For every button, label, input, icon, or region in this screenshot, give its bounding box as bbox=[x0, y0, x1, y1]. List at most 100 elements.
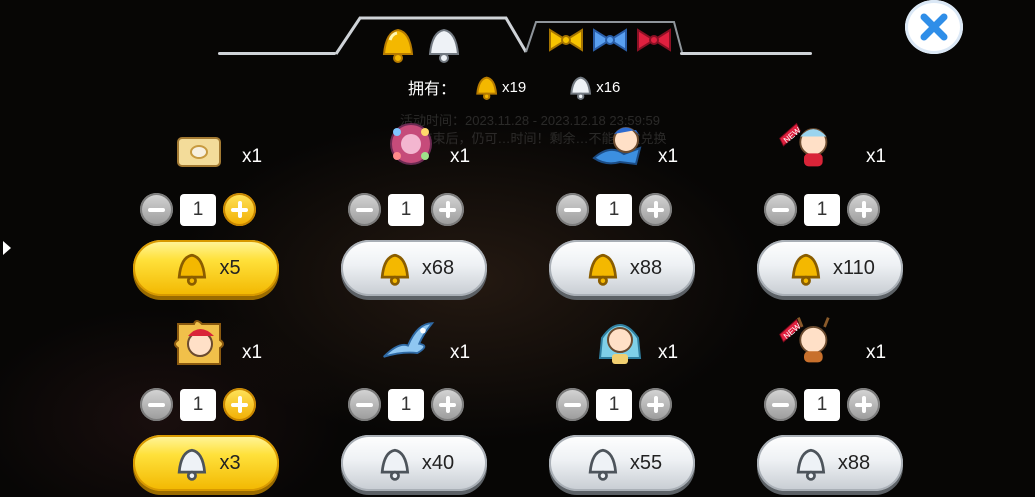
price-label: x5 bbox=[219, 256, 241, 279]
buy-button[interactable]: x88 bbox=[549, 240, 695, 296]
quantity-field[interactable]: 1 bbox=[596, 388, 632, 421]
gold-bell-icon bbox=[791, 253, 821, 286]
gold-bow-icon bbox=[549, 28, 583, 52]
price-label: x55 bbox=[629, 451, 663, 474]
minus-icon bbox=[356, 207, 373, 212]
buy-button[interactable]: x110 bbox=[757, 240, 903, 296]
item-quantity: x1 bbox=[242, 342, 263, 363]
quantity-stepper: 1 bbox=[140, 388, 256, 421]
silver-bell-icon bbox=[588, 448, 618, 481]
item-quantity: x1 bbox=[866, 342, 887, 363]
minus-button[interactable] bbox=[764, 388, 797, 421]
silver-bell-icon bbox=[570, 76, 592, 100]
notice-line-1: 活动时间：2023.11.28 - 2023.12.18 23:59:59 bbox=[400, 113, 660, 128]
minus-icon bbox=[772, 207, 789, 212]
gold-bell-icon bbox=[476, 76, 498, 100]
quantity-stepper: 1 bbox=[348, 193, 464, 226]
silver-bell-icon bbox=[178, 448, 207, 481]
gold-bell-icon bbox=[178, 253, 207, 286]
owned-label: 拥有： bbox=[408, 81, 457, 98]
item-quantity: x1 bbox=[658, 146, 679, 167]
quantity-field[interactable]: 1 bbox=[180, 388, 216, 421]
quantity-stepper: 1 bbox=[348, 388, 464, 421]
quantity-stepper: 1 bbox=[764, 388, 880, 421]
gold-bell-icon bbox=[382, 28, 414, 63]
quantity-stepper: 1 bbox=[764, 193, 880, 226]
blue-haired-girl-icon bbox=[598, 324, 642, 364]
gold-bell-icon bbox=[588, 253, 618, 286]
close-button[interactable] bbox=[905, 0, 963, 54]
owned-currency: 拥有： x19 x16 bbox=[408, 74, 660, 100]
price-label: x110 bbox=[833, 256, 875, 279]
scroll-icon bbox=[177, 137, 221, 167]
buy-button[interactable]: x5 bbox=[133, 240, 279, 296]
price-label: x88 bbox=[837, 451, 871, 474]
tab-divider-right bbox=[680, 52, 812, 55]
price-label: x88 bbox=[629, 256, 663, 279]
silver-bell-icon bbox=[380, 448, 410, 481]
minus-icon bbox=[564, 207, 581, 212]
minus-button[interactable] bbox=[140, 388, 173, 421]
minus-icon bbox=[772, 402, 789, 407]
tab-gold-bells[interactable] bbox=[376, 22, 418, 71]
side-arrow-icon[interactable] bbox=[2, 240, 12, 256]
minus-button[interactable] bbox=[140, 193, 173, 226]
minus-button[interactable] bbox=[556, 388, 589, 421]
minus-icon bbox=[564, 402, 581, 407]
buy-button[interactable]: x3 bbox=[133, 435, 279, 491]
quantity-field[interactable]: 1 bbox=[388, 193, 424, 226]
plus-button[interactable] bbox=[847, 193, 880, 226]
santa-puzzle-icon bbox=[174, 320, 224, 365]
tab-divider-left bbox=[218, 52, 336, 55]
quantity-field[interactable]: 1 bbox=[804, 193, 840, 226]
quantity-field[interactable]: 1 bbox=[180, 193, 216, 226]
minus-icon bbox=[148, 207, 165, 212]
red-bow-icon bbox=[637, 28, 671, 52]
blue-phoenix-icon bbox=[383, 322, 435, 358]
minus-icon bbox=[148, 402, 165, 407]
quantity-stepper: 1 bbox=[556, 388, 672, 421]
quantity-field[interactable]: 1 bbox=[596, 193, 632, 226]
plus-button[interactable] bbox=[639, 193, 672, 226]
silver-bell-icon bbox=[428, 28, 460, 63]
plus-button[interactable] bbox=[223, 388, 256, 421]
price-label: x40 bbox=[421, 451, 455, 474]
silver-bell-icon bbox=[796, 448, 826, 481]
buy-button[interactable]: x40 bbox=[341, 435, 487, 491]
plus-button[interactable] bbox=[223, 193, 256, 226]
gold-bell-icon bbox=[380, 253, 410, 286]
reindeer-girl-icon: NEW bbox=[779, 317, 830, 363]
event-notice: 活动时间：2023.11.28 - 2023.12.18 23:59:59 活动… bbox=[270, 112, 790, 148]
quantity-field[interactable]: 1 bbox=[388, 388, 424, 421]
plus-button[interactable] bbox=[431, 388, 464, 421]
item-quantity: x1 bbox=[866, 146, 887, 167]
plus-button[interactable] bbox=[847, 388, 880, 421]
christmas-girl-icon: NEW bbox=[779, 122, 828, 167]
gold-bell-count: x19 bbox=[502, 78, 527, 96]
minus-button[interactable] bbox=[764, 193, 797, 226]
minus-button[interactable] bbox=[556, 193, 589, 226]
item-quantity: x1 bbox=[450, 146, 471, 167]
tab-silver-bells[interactable] bbox=[422, 22, 464, 71]
minus-button[interactable] bbox=[348, 388, 381, 421]
close-icon bbox=[920, 13, 948, 41]
price-label: x3 bbox=[219, 451, 241, 474]
buy-button[interactable]: x68 bbox=[341, 240, 487, 296]
quantity-stepper: 1 bbox=[556, 193, 672, 226]
mermaid-chibi-icon bbox=[592, 127, 642, 166]
item-quantity: x1 bbox=[450, 342, 471, 363]
buy-button[interactable]: x88 bbox=[757, 435, 903, 491]
plus-button[interactable] bbox=[431, 193, 464, 226]
tab-bows[interactable] bbox=[546, 26, 674, 58]
minus-button[interactable] bbox=[348, 193, 381, 226]
minus-icon bbox=[356, 402, 373, 407]
blue-bow-icon bbox=[593, 28, 627, 52]
item-quantity: x1 bbox=[242, 146, 263, 167]
quantity-stepper: 1 bbox=[140, 193, 256, 226]
plus-button[interactable] bbox=[639, 388, 672, 421]
buy-button[interactable]: x55 bbox=[549, 435, 695, 491]
silver-bell-count: x16 bbox=[596, 78, 621, 96]
price-label: x68 bbox=[421, 256, 455, 279]
item-quantity: x1 bbox=[658, 342, 679, 363]
quantity-field[interactable]: 1 bbox=[804, 388, 840, 421]
